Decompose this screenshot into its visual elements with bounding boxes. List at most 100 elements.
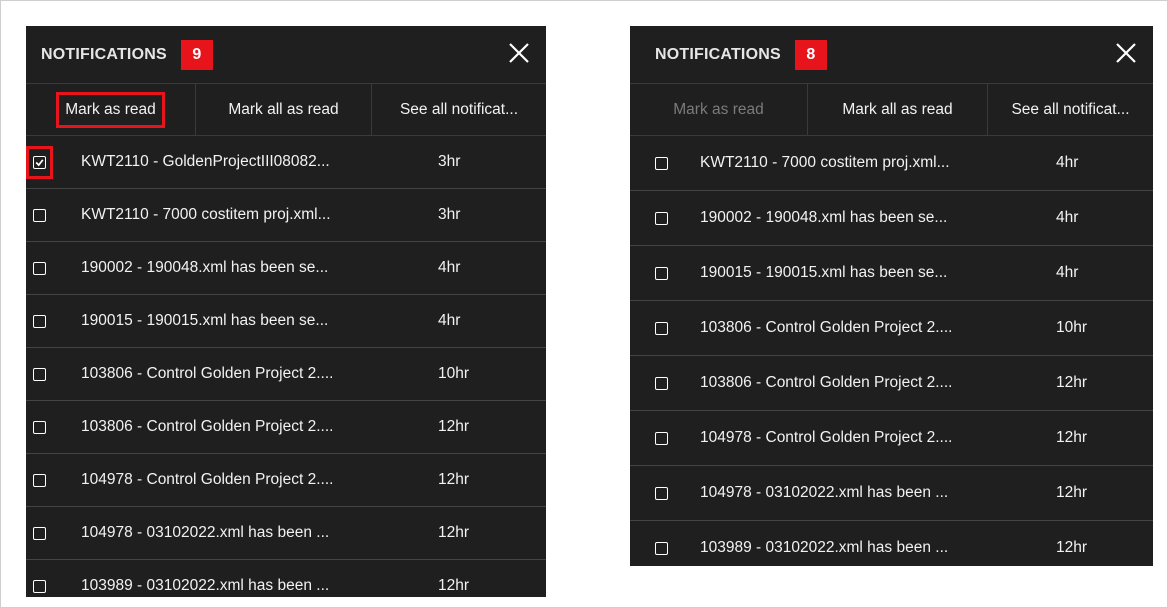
notification-item[interactable]: 190002 - 190048.xml has been se... 4hr xyxy=(630,191,1153,246)
checkbox-unchecked-icon xyxy=(32,367,46,381)
notification-item[interactable]: 103806 - Control Golden Project 2.... 10h… xyxy=(630,301,1153,356)
notification-text: 103806 - Control Golden Project 2.... xyxy=(700,374,953,391)
checkbox-unchecked-icon xyxy=(32,420,46,434)
notification-item[interactable]: 104978 - 03102022.xml has been ... 12hr xyxy=(26,507,546,560)
panel-title: NOTIFICATIONS xyxy=(41,45,167,63)
mark-all-as-read-button[interactable]: Mark all as read xyxy=(808,84,988,135)
notification-time: 12hr xyxy=(1056,539,1088,556)
notification-checkbox[interactable] xyxy=(648,479,674,507)
notification-text: 103989 - 03102022.xml has been ... xyxy=(81,577,330,594)
notification-checkbox[interactable] xyxy=(648,149,674,177)
notification-checkbox[interactable] xyxy=(26,413,52,441)
checkbox-unchecked-icon xyxy=(32,314,46,328)
notification-time: 12hr xyxy=(438,577,470,594)
checkbox-unchecked-icon xyxy=(654,266,668,280)
panel-toolbar: Mark as read Mark all as read See all no… xyxy=(26,84,546,136)
checkbox-unchecked-icon xyxy=(32,526,46,540)
panel-header: NOTIFICATIONS 9 xyxy=(26,26,546,84)
notification-time: 12hr xyxy=(438,418,470,435)
checkbox-unchecked-icon xyxy=(654,376,668,390)
notification-item[interactable]: 103806 - Control Golden Project 2.... 12h… xyxy=(26,401,546,454)
notification-checkbox[interactable] xyxy=(26,307,52,335)
notification-checkbox[interactable] xyxy=(26,466,52,494)
notification-item[interactable]: 104978 - 03102022.xml has been ... 12hr xyxy=(630,466,1153,521)
notification-item[interactable]: 190015 - 190015.xml has been se... 4hr xyxy=(630,246,1153,301)
mark-all-as-read-button[interactable]: Mark all as read xyxy=(196,84,372,135)
notification-time: 3hr xyxy=(438,206,461,223)
notification-checkbox[interactable] xyxy=(26,201,52,229)
notification-text: 104978 - 03102022.xml has been ... xyxy=(700,484,949,501)
notification-text: 190015 - 190015.xml has been se... xyxy=(81,312,329,329)
notification-text: 190015 - 190015.xml has been se... xyxy=(700,264,948,281)
notification-text: 190002 - 190048.xml has been se... xyxy=(81,259,329,276)
checkbox-unchecked-icon xyxy=(32,208,46,222)
see-all-notifications-button[interactable]: See all notificat... xyxy=(372,84,546,135)
notification-checkbox[interactable] xyxy=(26,145,53,179)
checkbox-unchecked-icon xyxy=(654,541,668,555)
notification-item[interactable]: KWT2110 - GoldenProjectIII08082... 3hr xyxy=(26,136,546,189)
notification-checkbox[interactable] xyxy=(26,519,52,547)
notification-text: 103989 - 03102022.xml has been ... xyxy=(700,539,949,556)
notification-text: 103806 - Control Golden Project 2.... xyxy=(700,319,953,336)
notification-text: 190002 - 190048.xml has been se... xyxy=(700,209,948,226)
notification-time: 4hr xyxy=(1056,154,1079,171)
notification-list: KWT2110 - 7000 costitem proj.xml... 4hr 19… xyxy=(630,136,1153,566)
notification-text: 103806 - Control Golden Project 2.... xyxy=(81,365,334,382)
notification-item[interactable]: KWT2110 - 7000 costitem proj.xml... 3hr xyxy=(26,189,546,242)
notification-list: KWT2110 - GoldenProjectIII08082... 3hr KWT… xyxy=(26,136,546,597)
notification-time: 12hr xyxy=(438,471,470,488)
close-icon[interactable] xyxy=(506,40,532,66)
unread-count-badge: 8 xyxy=(794,39,827,70)
notification-time: 3hr xyxy=(438,153,461,170)
notification-checkbox[interactable] xyxy=(648,204,674,232)
notifications-panel-before: NOTIFICATIONS 9 Mark as read Mark all as… xyxy=(26,26,546,597)
notification-time: 4hr xyxy=(438,259,461,276)
checkbox-checked-icon xyxy=(33,155,46,169)
notification-time: 4hr xyxy=(438,312,461,329)
notification-checkbox[interactable] xyxy=(26,572,52,597)
notification-item[interactable]: 103989 - 03102022.xml has been ... 12hr xyxy=(630,521,1153,566)
notification-text: KWT2110 - 7000 costitem proj.xml... xyxy=(700,154,950,171)
notification-item[interactable]: 103806 - Control Golden Project 2.... 10h… xyxy=(26,348,546,401)
notification-checkbox[interactable] xyxy=(648,424,674,452)
notification-time: 10hr xyxy=(1056,319,1088,336)
mark-as-read-label: Mark as read xyxy=(56,91,165,128)
close-icon[interactable] xyxy=(1113,40,1139,66)
notification-time: 4hr xyxy=(1056,264,1079,281)
panel-header: NOTIFICATIONS 8 xyxy=(630,26,1153,84)
panel-toolbar: Mark as read Mark all as read See all no… xyxy=(630,84,1153,136)
notification-time: 12hr xyxy=(1056,429,1088,446)
notification-item[interactable]: 190015 - 190015.xml has been se... 4hr xyxy=(26,295,546,348)
notification-text: 103806 - Control Golden Project 2.... xyxy=(81,418,334,435)
checkbox-unchecked-icon xyxy=(654,156,668,170)
notification-item[interactable]: 103806 - Control Golden Project 2.... 12h… xyxy=(630,356,1153,411)
mark-as-read-button[interactable]: Mark as read xyxy=(26,84,196,135)
notification-item[interactable]: 103989 - 03102022.xml has been ... 12hr xyxy=(26,560,546,597)
notification-text: 104978 - Control Golden Project 2.... xyxy=(81,471,334,488)
checkbox-unchecked-icon xyxy=(32,473,46,487)
notification-time: 4hr xyxy=(1056,209,1079,226)
mark-as-read-button[interactable]: Mark as read xyxy=(630,84,808,135)
notification-checkbox[interactable] xyxy=(26,360,52,388)
notification-checkbox[interactable] xyxy=(648,314,674,342)
notification-checkbox[interactable] xyxy=(648,259,674,287)
notification-item[interactable]: 104978 - Control Golden Project 2.... 12h… xyxy=(26,454,546,507)
notification-time: 12hr xyxy=(1056,484,1088,501)
unread-count-badge: 9 xyxy=(180,39,213,70)
checkbox-unchecked-icon xyxy=(654,486,668,500)
notification-checkbox[interactable] xyxy=(26,254,52,282)
checkbox-unchecked-icon xyxy=(32,261,46,275)
notification-item[interactable]: 104978 - Control Golden Project 2.... 12h… xyxy=(630,411,1153,466)
checkbox-unchecked-icon xyxy=(654,211,668,225)
notification-checkbox[interactable] xyxy=(648,369,674,397)
notification-checkbox[interactable] xyxy=(648,534,674,562)
see-all-notifications-button[interactable]: See all notificat... xyxy=(988,84,1153,135)
notifications-panel-after: NOTIFICATIONS 8 Mark as read Mark all as… xyxy=(630,26,1153,566)
notification-item[interactable]: 190002 - 190048.xml has been se... 4hr xyxy=(26,242,546,295)
checkbox-unchecked-icon xyxy=(32,579,46,593)
notification-text: KWT2110 - 7000 costitem proj.xml... xyxy=(81,206,331,223)
notification-time: 10hr xyxy=(438,365,470,382)
notification-item[interactable]: KWT2110 - 7000 costitem proj.xml... 4hr xyxy=(630,136,1153,191)
checkbox-unchecked-icon xyxy=(654,321,668,335)
notification-time: 12hr xyxy=(1056,374,1088,391)
